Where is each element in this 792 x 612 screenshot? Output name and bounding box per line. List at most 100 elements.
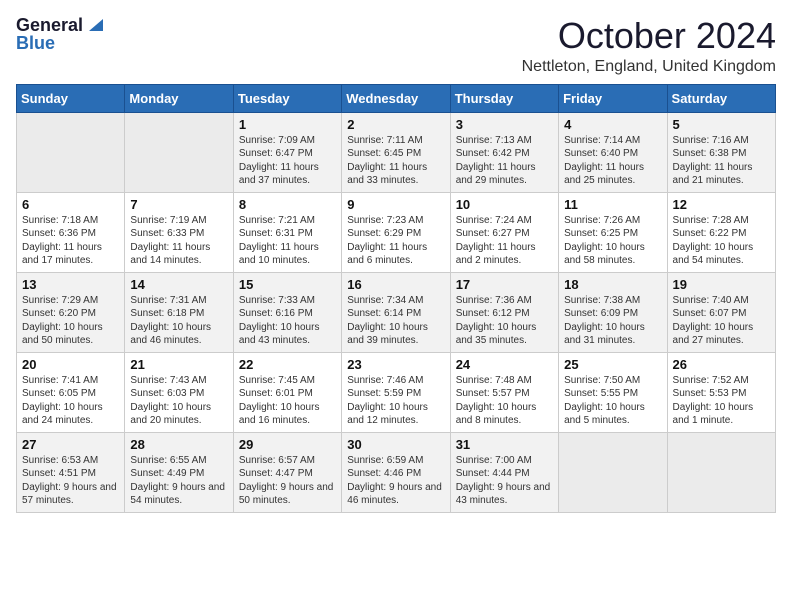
calendar-header-saturday: Saturday [667,84,775,112]
logo-blue-text: Blue [16,34,55,52]
cell-details: Sunrise: 7:33 AM Sunset: 6:16 PM Dayligh… [239,294,336,348]
calendar-cell: 9 Sunrise: 7:23 AM Sunset: 6:29 PM Daylig… [342,192,450,272]
calendar-table: SundayMondayTuesdayWednesdayThursdayFrid… [16,84,776,513]
day-number: 19 [673,277,770,292]
calendar-cell: 12 Sunrise: 7:28 AM Sunset: 6:22 PM Dayli… [667,192,775,272]
cell-details: Sunrise: 7:29 AM Sunset: 6:20 PM Dayligh… [22,294,119,348]
day-number: 10 [456,197,553,212]
cell-details: Sunrise: 7:34 AM Sunset: 6:14 PM Dayligh… [347,294,444,348]
day-number: 17 [456,277,553,292]
calendar-cell: 5 Sunrise: 7:16 AM Sunset: 6:38 PM Daylig… [667,112,775,192]
cell-details: Sunrise: 7:31 AM Sunset: 6:18 PM Dayligh… [130,294,227,348]
day-number: 7 [130,197,227,212]
calendar-cell: 28 Sunrise: 6:55 AM Sunset: 4:49 PM Dayli… [125,432,233,512]
calendar-cell: 22Sunrise: 7:45 AM Sunset: 6:01 PM Dayli… [233,352,341,432]
calendar-cell: 18 Sunrise: 7:38 AM Sunset: 6:09 PM Dayli… [559,272,667,352]
logo-general-text: General [16,16,83,34]
day-number: 28 [130,437,227,452]
day-number: 27 [22,437,119,452]
calendar-cell [559,432,667,512]
cell-details: Sunrise: 6:57 AM Sunset: 4:47 PM Dayligh… [239,454,336,508]
cell-details: Sunrise: 7:48 AM Sunset: 5:57 PM Dayligh… [456,374,553,428]
day-number: 9 [347,197,444,212]
cell-details: Sunrise: 7:09 AM Sunset: 6:47 PM Dayligh… [239,134,336,188]
day-number: 30 [347,437,444,452]
calendar-week-row: 6Sunrise: 7:18 AM Sunset: 6:36 PM Daylig… [17,192,776,272]
cell-details: Sunrise: 7:46 AM Sunset: 5:59 PM Dayligh… [347,374,444,428]
day-number: 5 [673,117,770,132]
calendar-week-row: 27 Sunrise: 6:53 AM Sunset: 4:51 PM Dayli… [17,432,776,512]
logo: General Blue [16,16,103,52]
cell-details: Sunrise: 7:00 AM Sunset: 4:44 PM Dayligh… [456,454,553,508]
day-number: 1 [239,117,336,132]
day-number: 14 [130,277,227,292]
cell-details: Sunrise: 7:36 AM Sunset: 6:12 PM Dayligh… [456,294,553,348]
cell-details: Sunrise: 7:43 AM Sunset: 6:03 PM Dayligh… [130,374,227,428]
day-number: 23 [347,357,444,372]
cell-details: Sunrise: 7:24 AM Sunset: 6:27 PM Dayligh… [456,214,553,268]
calendar-cell: 16 Sunrise: 7:34 AM Sunset: 6:14 PM Dayli… [342,272,450,352]
calendar-cell: 3Sunrise: 7:13 AM Sunset: 6:42 PM Daylig… [450,112,558,192]
day-number: 20 [22,357,119,372]
cell-details: Sunrise: 7:28 AM Sunset: 6:22 PM Dayligh… [673,214,770,268]
calendar-cell: 27 Sunrise: 6:53 AM Sunset: 4:51 PM Dayli… [17,432,125,512]
calendar-header-wednesday: Wednesday [342,84,450,112]
calendar-cell: 19Sunrise: 7:40 AM Sunset: 6:07 PM Dayli… [667,272,775,352]
cell-details: Sunrise: 6:53 AM Sunset: 4:51 PM Dayligh… [22,454,119,508]
cell-details: Sunrise: 7:38 AM Sunset: 6:09 PM Dayligh… [564,294,661,348]
calendar-cell: 25 Sunrise: 7:50 AM Sunset: 5:55 PM Dayli… [559,352,667,432]
cell-details: Sunrise: 7:23 AM Sunset: 6:29 PM Dayligh… [347,214,444,268]
calendar-cell: 2 Sunrise: 7:11 AM Sunset: 6:45 PM Daylig… [342,112,450,192]
cell-details: Sunrise: 6:59 AM Sunset: 4:46 PM Dayligh… [347,454,444,508]
day-number: 25 [564,357,661,372]
day-number: 2 [347,117,444,132]
calendar-cell: 21 Sunrise: 7:43 AM Sunset: 6:03 PM Dayli… [125,352,233,432]
cell-details: Sunrise: 7:13 AM Sunset: 6:42 PM Dayligh… [456,134,553,188]
calendar-week-row: 20 Sunrise: 7:41 AM Sunset: 6:05 PM Dayli… [17,352,776,432]
calendar-week-row: 1 Sunrise: 7:09 AM Sunset: 6:47 PM Daylig… [17,112,776,192]
calendar-header-friday: Friday [559,84,667,112]
calendar-cell: 10 Sunrise: 7:24 AM Sunset: 6:27 PM Dayli… [450,192,558,272]
calendar-cell: 24 Sunrise: 7:48 AM Sunset: 5:57 PM Dayli… [450,352,558,432]
cell-details: Sunrise: 7:11 AM Sunset: 6:45 PM Dayligh… [347,134,444,188]
calendar-cell: 1 Sunrise: 7:09 AM Sunset: 6:47 PM Daylig… [233,112,341,192]
calendar-week-row: 13Sunrise: 7:29 AM Sunset: 6:20 PM Dayli… [17,272,776,352]
calendar-cell [125,112,233,192]
calendar-header-tuesday: Tuesday [233,84,341,112]
calendar-header-monday: Monday [125,84,233,112]
day-number: 18 [564,277,661,292]
title-block: October 2024 Nettleton, England, United … [522,16,776,76]
calendar-cell: 29 Sunrise: 6:57 AM Sunset: 4:47 PM Dayli… [233,432,341,512]
logo-triangle-icon [85,15,103,33]
cell-details: Sunrise: 7:26 AM Sunset: 6:25 PM Dayligh… [564,214,661,268]
cell-details: Sunrise: 7:50 AM Sunset: 5:55 PM Dayligh… [564,374,661,428]
calendar-cell: 14 Sunrise: 7:31 AM Sunset: 6:18 PM Dayli… [125,272,233,352]
calendar-cell: 7 Sunrise: 7:19 AM Sunset: 6:33 PM Daylig… [125,192,233,272]
calendar-cell: 30 Sunrise: 6:59 AM Sunset: 4:46 PM Dayli… [342,432,450,512]
calendar-cell: 17 Sunrise: 7:36 AM Sunset: 6:12 PM Dayli… [450,272,558,352]
cell-details: Sunrise: 7:21 AM Sunset: 6:31 PM Dayligh… [239,214,336,268]
calendar-cell: 8 Sunrise: 7:21 AM Sunset: 6:31 PM Daylig… [233,192,341,272]
calendar-cell: 11 Sunrise: 7:26 AM Sunset: 6:25 PM Dayli… [559,192,667,272]
calendar-cell: 4 Sunrise: 7:14 AM Sunset: 6:40 PM Daylig… [559,112,667,192]
calendar-header-sunday: Sunday [17,84,125,112]
day-number: 24 [456,357,553,372]
calendar-header-row: SundayMondayTuesdayWednesdayThursdayFrid… [17,84,776,112]
cell-details: Sunrise: 6:55 AM Sunset: 4:49 PM Dayligh… [130,454,227,508]
day-number: 16 [347,277,444,292]
day-number: 22 [239,357,336,372]
calendar-header-thursday: Thursday [450,84,558,112]
day-number: 6 [22,197,119,212]
cell-details: Sunrise: 7:19 AM Sunset: 6:33 PM Dayligh… [130,214,227,268]
cell-details: Sunrise: 7:52 AM Sunset: 5:53 PM Dayligh… [673,374,770,428]
day-number: 8 [239,197,336,212]
cell-details: Sunrise: 7:16 AM Sunset: 6:38 PM Dayligh… [673,134,770,188]
day-number: 21 [130,357,227,372]
day-number: 4 [564,117,661,132]
cell-details: Sunrise: 7:14 AM Sunset: 6:40 PM Dayligh… [564,134,661,188]
cell-details: Sunrise: 7:41 AM Sunset: 6:05 PM Dayligh… [22,374,119,428]
day-number: 11 [564,197,661,212]
day-number: 29 [239,437,336,452]
day-number: 31 [456,437,553,452]
day-number: 12 [673,197,770,212]
